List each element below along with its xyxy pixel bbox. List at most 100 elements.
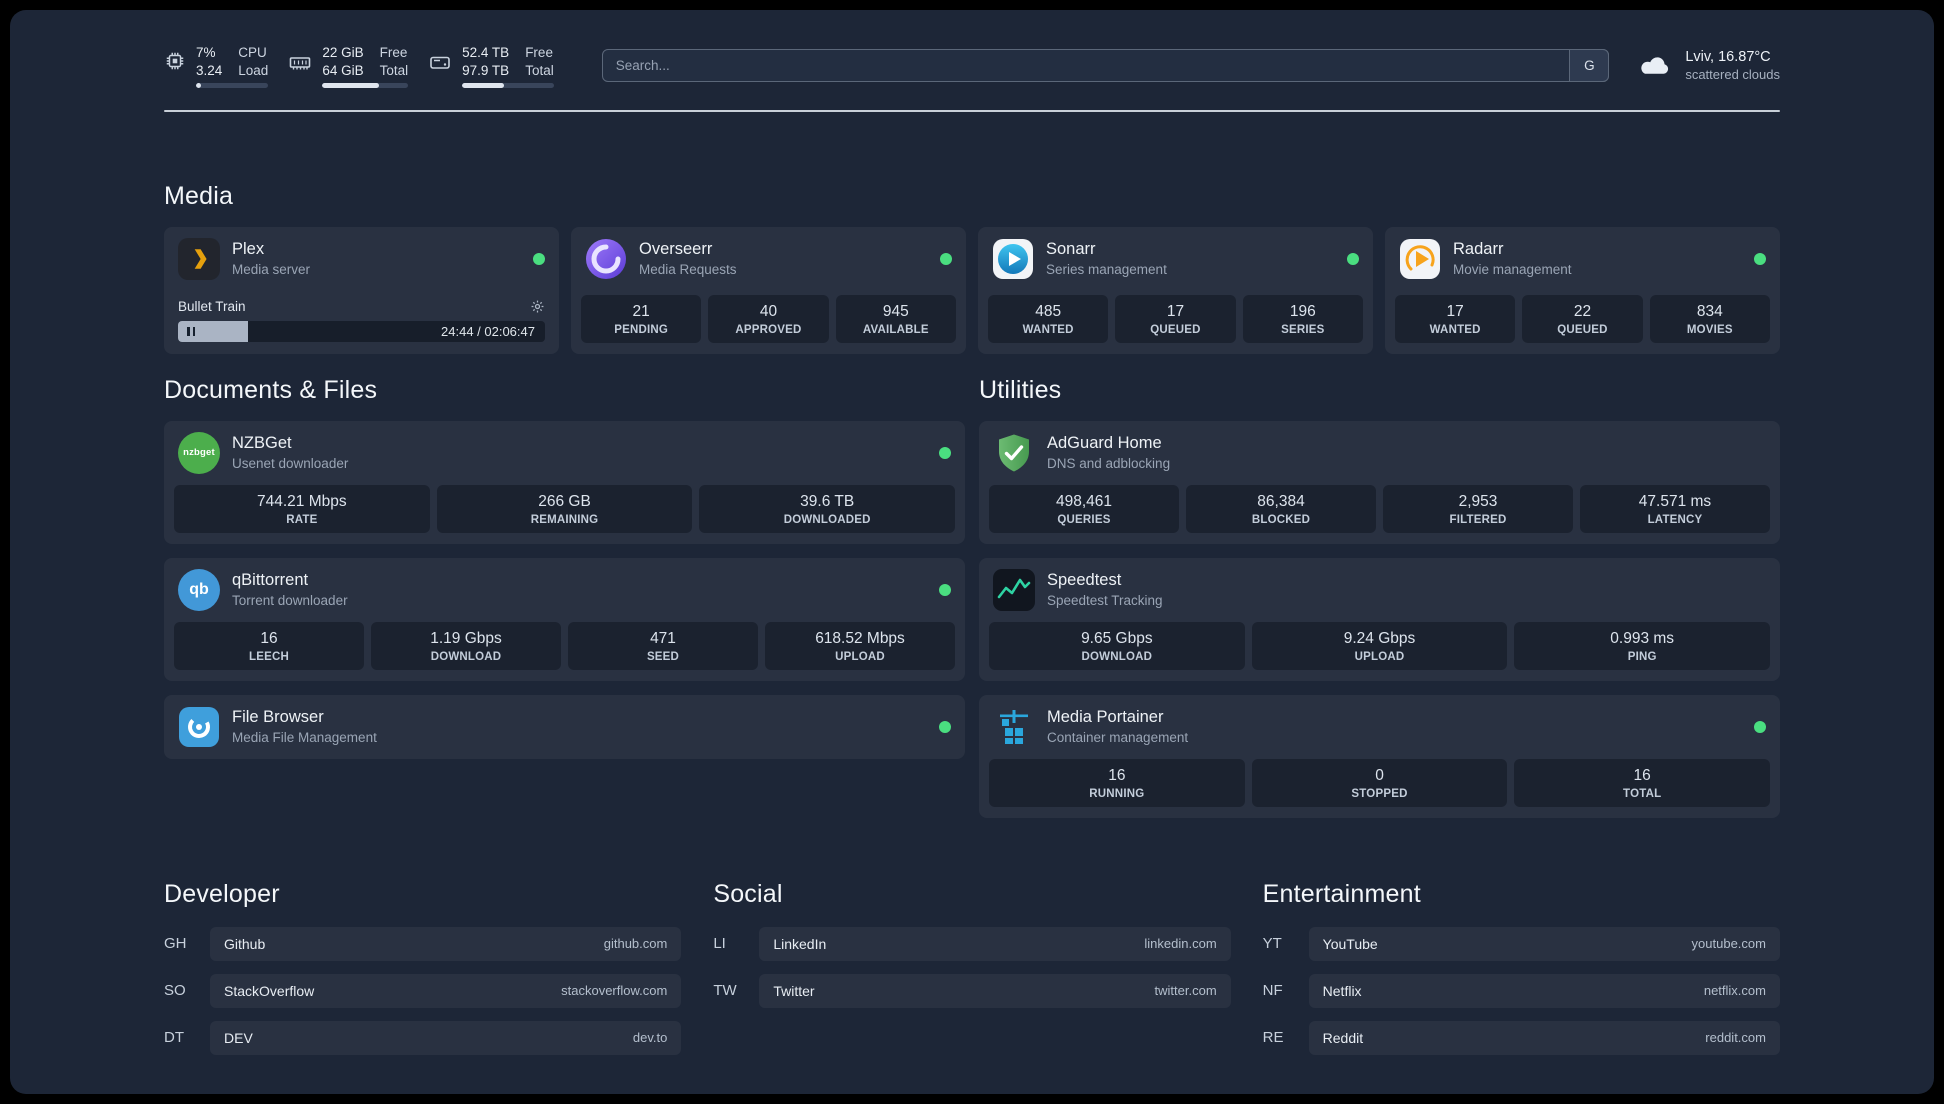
stat-remaining: 266 GB REMAINING [436,484,693,533]
stat-seed: 471 SEED [568,621,758,670]
stat-stopped: 0 STOPPED [1251,758,1508,807]
weather-location: Lviv, 16.87°C [1685,49,1771,66]
overseerr-subtitle: Media Requests [639,262,737,277]
filebrowser-icon [178,706,220,748]
radarr-status-dot [1754,252,1766,265]
stat-movies: 834 MOVIES [1649,294,1770,343]
plex-link[interactable]: Plex Media server [164,227,559,291]
plex-player: Bullet Train 24:44 / 02:06:47 [164,299,559,354]
pause-icon[interactable] [187,326,195,336]
bookmark-row: RE Reddit reddit.com [1263,1020,1780,1055]
overseerr-link[interactable]: Overseerr Media Requests [571,227,966,291]
sonarr-title: Sonarr [1046,240,1096,258]
cloud-icon [1641,57,1669,74]
utilities-heading: Utilities [979,375,1062,404]
player-progress[interactable]: 24:44 / 02:06:47 [178,320,545,342]
bookmark-abbr: DT [164,1029,184,1046]
stat-approved: 40 APPROVED [708,294,829,343]
radarr-stats: 17 WANTED 22 QUEUED 834 MOVIES [1385,294,1780,354]
gear-icon[interactable] [530,299,545,314]
qbittorrent-title: qBittorrent [232,571,309,589]
disk-total-value: 97.9 TB [462,63,510,78]
memory-total-value: 64 GiB [322,63,364,78]
adguard-stats: 498,461 QUERIES 86,384 BLOCKED 2,953 FIL… [979,484,1780,544]
bookmark-twitter[interactable]: Twitter twitter.com [759,973,1231,1008]
filebrowser-link[interactable]: File Browser Media File Management [164,695,965,759]
player-time: 24:44 / 02:06:47 [441,323,535,339]
bookmark-reddit[interactable]: Reddit reddit.com [1308,1020,1780,1055]
speedtest-link[interactable]: Speedtest Speedtest Tracking [979,558,1780,622]
sonarr-link[interactable]: Sonarr Series management [978,227,1373,291]
bookmark-abbr: NF [1262,982,1283,999]
dashboard: 7% CPU 3.24 Load 22 GiB Free 64 GiB Tota… [10,10,1934,1094]
stat-running: 16 RUNNING [989,758,1245,807]
bookmark-abbr: LI [713,935,726,952]
stat-downloaded: 39.6 TB DOWNLOADED [699,484,956,533]
sonarr-stats: 485 WANTED 17 QUEUED 196 SERIES [978,294,1373,354]
topbar: 7% CPU 3.24 Load 22 GiB Free 64 GiB Tota… [164,44,1780,88]
portainer-card: Media Portainer Container management 16 … [979,694,1780,818]
cpu-widget: 7% CPU 3.24 Load [164,44,269,88]
portainer-icon [993,706,1035,748]
cpu-load-value: 3.24 [196,63,223,78]
search-input[interactable] [601,49,1610,83]
portainer-link[interactable]: Media Portainer Container management [979,695,1780,759]
speedtest-stats: 9.65 Gbps DOWNLOAD 9.24 Gbps UPLOAD 0.99… [979,621,1780,681]
stat-filtered: 2,953 FILTERED [1383,484,1573,533]
nzbget-icon: nzbget [178,431,220,474]
adguard-link[interactable]: AdGuard Home DNS and adblocking [979,421,1780,485]
overseerr-card: Overseerr Media Requests 21 PENDING 40 A… [571,226,966,354]
now-playing-title: Bullet Train [178,298,246,314]
disk-progress-bar [462,83,554,88]
nzbget-link[interactable]: nzbget NZBGet Usenet downloader [164,421,965,485]
search-engine-button[interactable]: G [1569,49,1610,83]
memory-progress-bar [322,83,409,88]
utilities-column: Utilities AdGuard Home DNS and adblockin… [979,376,1780,818]
bookmark-linkedin[interactable]: LinkedIn linkedin.com [759,926,1231,961]
bookmark-github[interactable]: Github github.com [210,926,682,961]
cpu-progress-bar [196,83,269,88]
speedtest-icon [993,568,1035,611]
social-heading: Social [713,879,783,908]
filebrowser-card: File Browser Media File Management [164,694,965,759]
portainer-status-dot [1754,720,1766,733]
overseerr-stats: 21 PENDING 40 APPROVED 945 AVAILABLE [571,294,966,354]
radarr-card: Radarr Movie management 17 WANTED 22 QUE… [1385,226,1780,354]
adguard-title: AdGuard Home [1047,434,1162,452]
bookmark-row: NF Netflix netflix.com [1262,973,1780,1008]
radarr-link[interactable]: Radarr Movie management [1385,227,1780,291]
nzbget-card: nzbget NZBGet Usenet downloader 744.21 M… [164,420,965,544]
bookmark-group-developer: Developer GH Github github.com SO StackO… [164,880,682,1068]
qbittorrent-status-dot [939,583,951,596]
bookmark-youtube[interactable]: YouTube youtube.com [1308,926,1780,961]
overseerr-status-dot [940,252,952,265]
speedtest-title: Speedtest [1047,571,1122,589]
bookmark-abbr: GH [164,935,187,952]
nzbget-stats: 744.21 Mbps RATE 266 GB REMAINING 39.6 T… [164,484,965,544]
stat-download: 1.19 Gbps DOWNLOAD [371,621,561,670]
speedtest-subtitle: Speedtest Tracking [1047,593,1163,608]
bookmark-dev[interactable]: DEV dev.to [210,1020,682,1055]
plex-card: Plex Media server Bullet Train 24:44 / 0… [164,226,559,354]
portainer-subtitle: Container management [1047,730,1189,745]
filebrowser-title: File Browser [232,708,324,726]
sonarr-card: Sonarr Series management 485 WANTED 17 Q… [978,226,1373,354]
radarr-title: Radarr [1453,240,1504,258]
entertainment-heading: Entertainment [1262,879,1421,908]
bookmark-stackoverflow[interactable]: StackOverflow stackoverflow.com [210,973,682,1008]
qbittorrent-subtitle: Torrent downloader [232,593,348,608]
disk-free-label: Free [525,45,553,60]
nzbget-title: NZBGet [232,434,292,452]
adguard-card: AdGuard Home DNS and adblocking 498,461 … [979,420,1780,544]
stat-pending: 21 PENDING [581,294,702,343]
bookmark-group-social: Social LI LinkedIn linkedin.com TW Twitt… [713,879,1231,1068]
nzbget-subtitle: Usenet downloader [232,456,349,471]
weather-widget: Lviv, 16.87°C scattered clouds [1637,49,1780,82]
cpu-label: CPU [238,45,267,60]
bookmark-row: GH Github github.com [164,926,682,961]
weather-condition: scattered clouds [1685,67,1780,83]
qbittorrent-link[interactable]: qb qBittorrent Torrent downloader [164,558,965,622]
bookmark-netflix[interactable]: Netflix netflix.com [1308,973,1780,1008]
stat-queued: 22 QUEUED [1522,294,1643,343]
bookmark-row: SO StackOverflow stackoverflow.com [164,973,682,1008]
